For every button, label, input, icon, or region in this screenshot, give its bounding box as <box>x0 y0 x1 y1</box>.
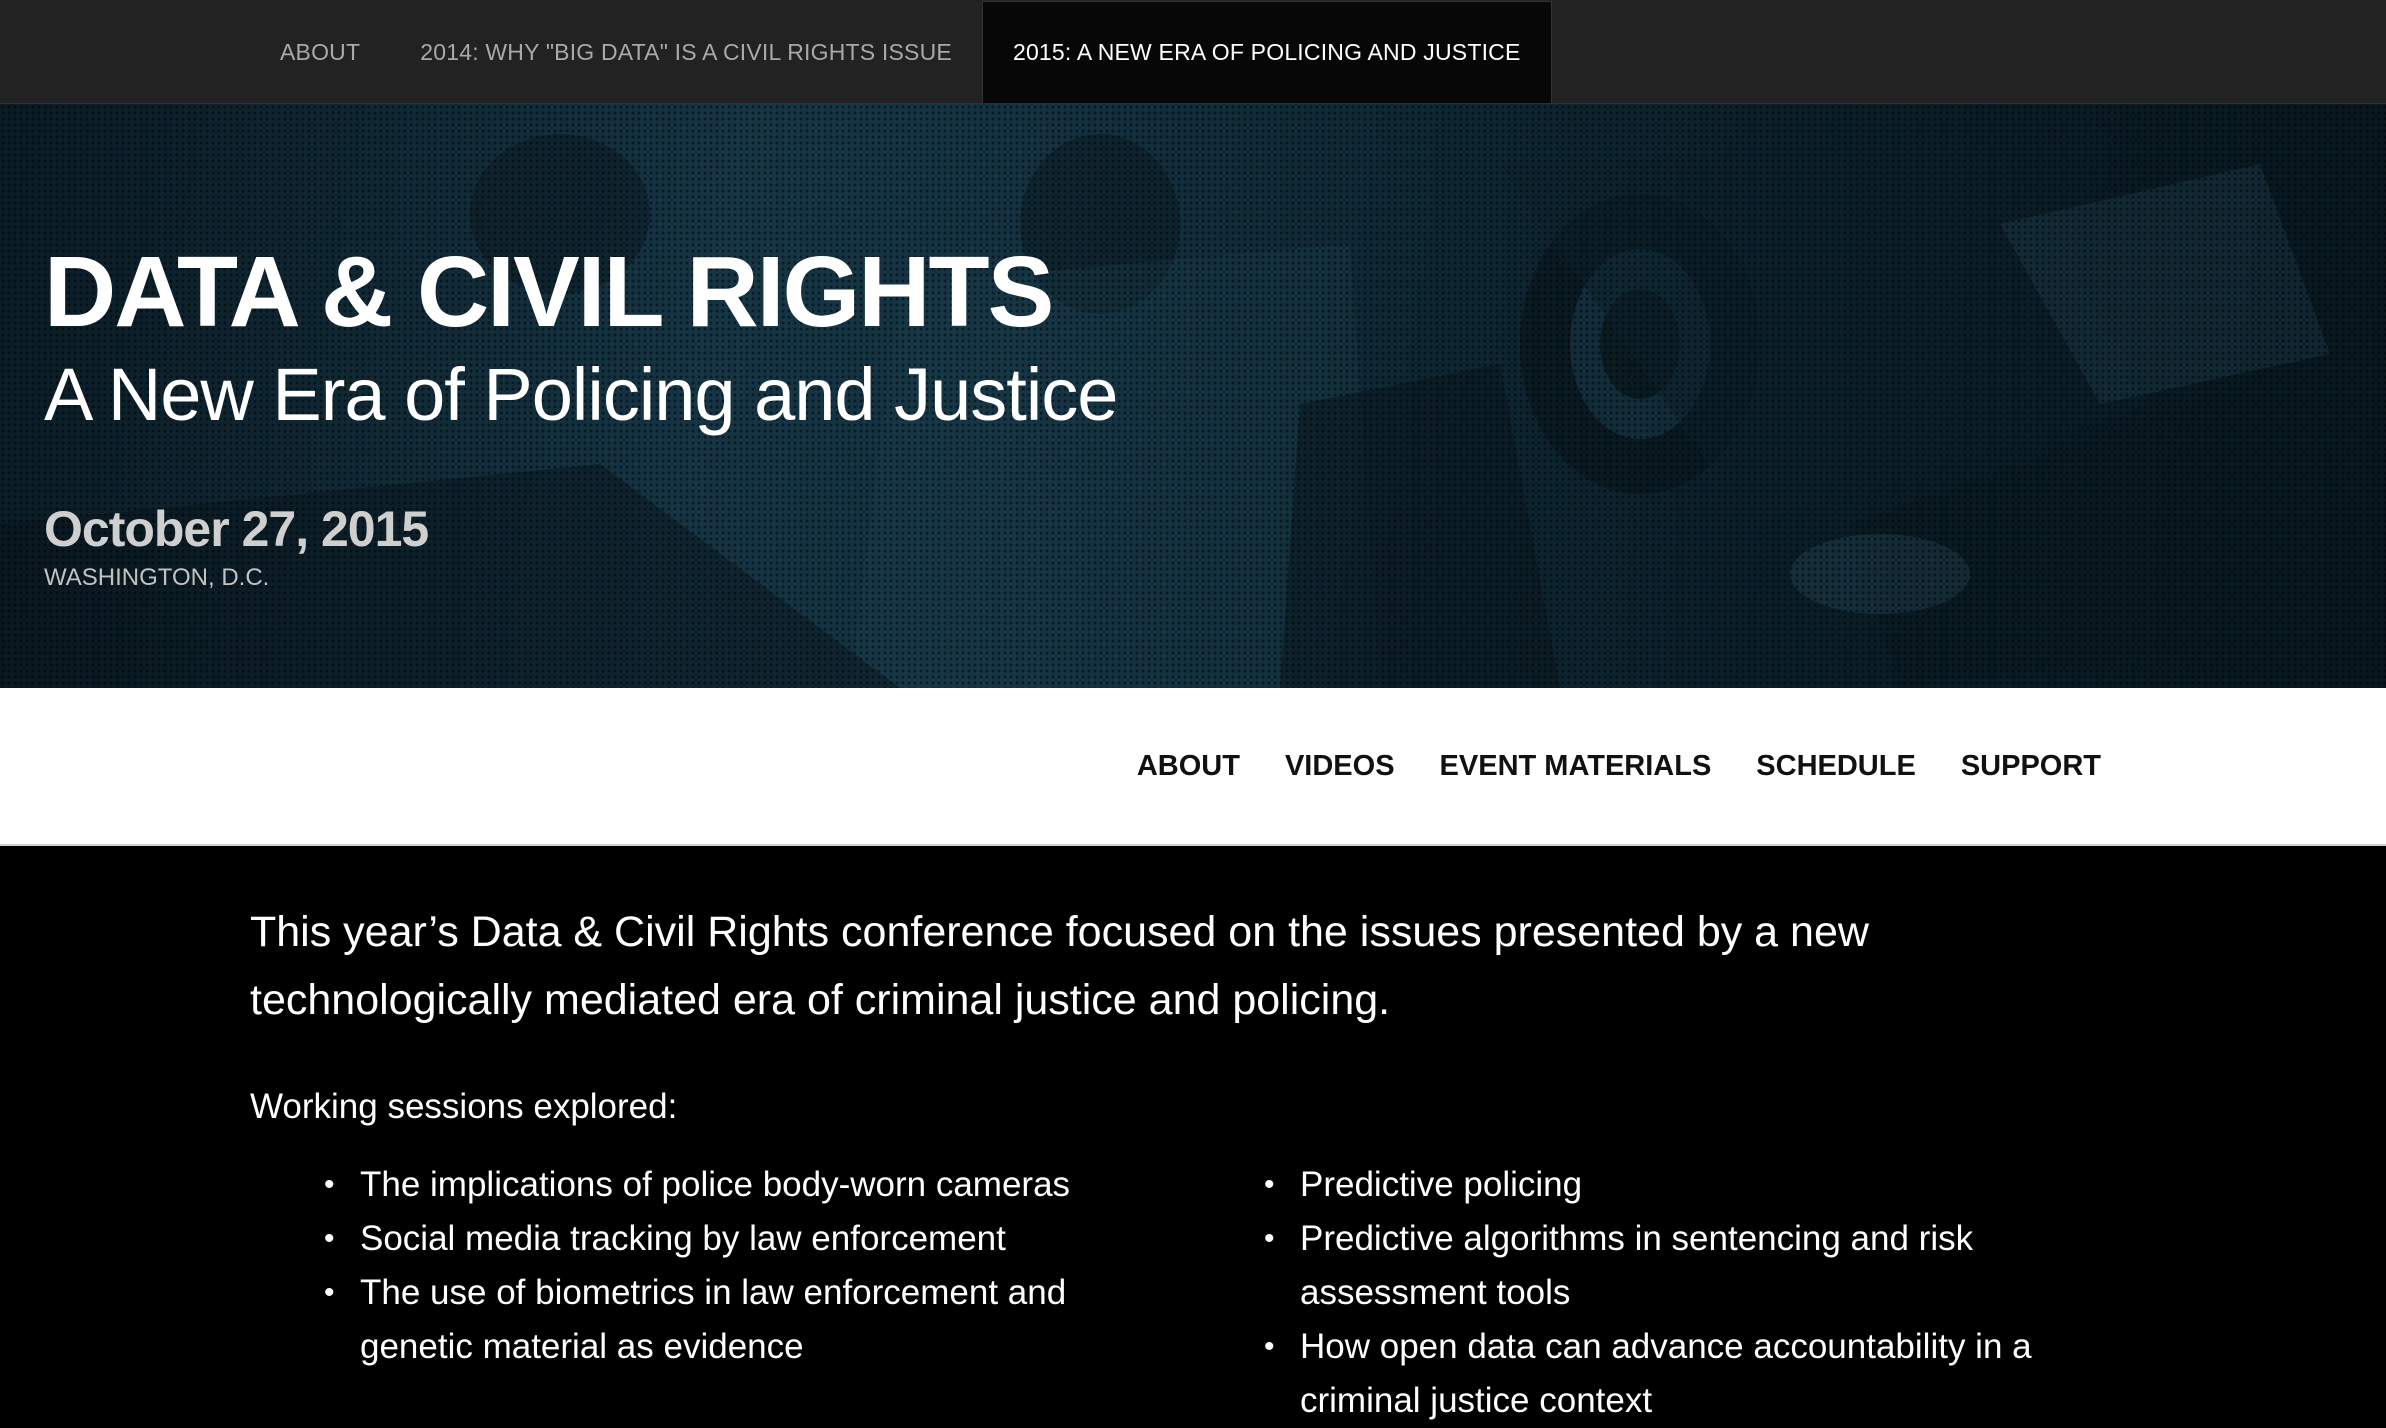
top-nav-items: ABOUT 2014: WHY "BIG DATA" IS A CIVIL RI… <box>250 0 1552 104</box>
list-item-text: Predictive algorithms in sentencing and … <box>1300 1219 1974 1312</box>
top-nav-item-about[interactable]: ABOUT <box>250 0 390 104</box>
list-item: • The implications of police body-worn c… <box>324 1158 1104 1212</box>
section-nav-event-materials[interactable]: EVENT MATERIALS <box>1440 750 1712 783</box>
list-item-text: Social media tracking by law enforcement <box>360 1219 1006 1258</box>
top-nav-item-2014[interactable]: 2014: WHY "BIG DATA" IS A CIVIL RIGHTS I… <box>390 0 982 104</box>
list-item: • How open data can advance accountabili… <box>1264 1320 2064 1428</box>
event-date: October 27, 2015 <box>44 501 429 557</box>
list-item-text: The implications of police body-worn cam… <box>360 1165 1071 1204</box>
intro-paragraph: This year’s Data & Civil Rights conferen… <box>250 908 1869 1024</box>
bullet-icon: • <box>324 1222 335 1255</box>
list-item: • Predictive policing <box>1264 1158 2064 1212</box>
section-nav-schedule[interactable]: SCHEDULE <box>1756 750 1916 783</box>
bullet-icon: • <box>1264 1330 1275 1363</box>
bullet-icon: • <box>324 1168 335 1201</box>
list-item-text: Predictive policing <box>1300 1165 1583 1204</box>
top-nav: ABOUT 2014: WHY "BIG DATA" IS A CIVIL RI… <box>0 0 2386 104</box>
event-location: WASHINGTON, D.C. <box>44 564 270 591</box>
sessions-label: Working sessions explored: <box>250 1087 678 1126</box>
section-nav-videos[interactable]: VIDEOS <box>1285 750 1395 783</box>
bullet-icon: • <box>324 1276 335 1309</box>
list-item-text: The use of biometrics in law enforcement… <box>360 1273 1067 1366</box>
list-item: • Social media tracking by law enforceme… <box>324 1212 1104 1266</box>
hero-subtitle: A New Era of Policing and Justice <box>44 353 1118 436</box>
section-nav: ABOUT VIDEOS EVENT MATERIALS SCHEDULE SU… <box>0 688 2386 846</box>
section-nav-support[interactable]: SUPPORT <box>1961 750 2101 783</box>
list-item: • Predictive algorithms in sentencing an… <box>1264 1212 2064 1320</box>
hero-title: DATA & CIVIL RIGHTS <box>44 236 1054 348</box>
hero-banner: DATA & CIVIL RIGHTS A New Era of Policin… <box>0 104 2386 688</box>
top-nav-item-2015[interactable]: 2015: A NEW ERA OF POLICING AND JUSTICE <box>981 1 1552 103</box>
sessions-list-left: • The implications of police body-worn c… <box>324 1158 1104 1374</box>
bullet-icon: • <box>1264 1222 1275 1255</box>
sessions-list-right: • Predictive policing • Predictive algor… <box>1264 1158 2064 1428</box>
section-nav-items: ABOUT VIDEOS EVENT MATERIALS SCHEDULE SU… <box>1137 688 2101 844</box>
list-item: • The use of biometrics in law enforceme… <box>324 1266 1104 1374</box>
list-item-text: How open data can advance accountability… <box>1300 1327 2032 1420</box>
section-nav-about[interactable]: ABOUT <box>1137 750 1240 783</box>
bullet-icon: • <box>1264 1168 1275 1201</box>
